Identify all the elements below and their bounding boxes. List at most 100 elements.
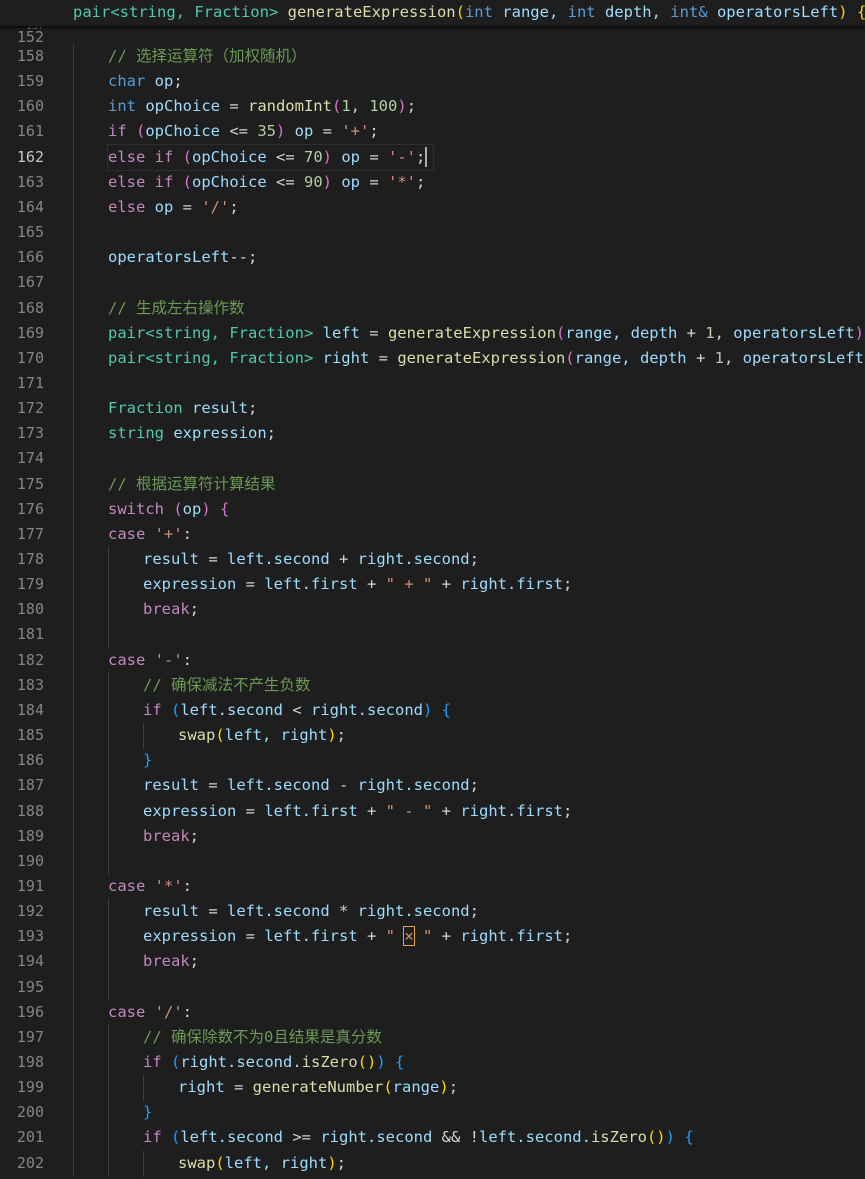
code-line[interactable]: 158// 选择运算符（加权随机） (0, 44, 865, 70)
code-text[interactable]: expression = left.first + " - " + right.… (143, 799, 578, 824)
code-line[interactable]: 179 expression = left.first + " + " + rig… (0, 572, 865, 599)
indent-guide (73, 999, 74, 1026)
code-text[interactable]: Fraction result; (108, 396, 263, 421)
code-text[interactable]: pair<string, Fraction> generateExpressio… (73, 0, 865, 25)
code-line[interactable]: 183 // 确保减法不产生负数 (0, 672, 865, 699)
code-text[interactable]: } (143, 1100, 158, 1125)
code-text[interactable]: if (opChoice <= 35) op = '+'; (108, 119, 385, 144)
code-line[interactable]: 201 if (left.second >= right.second && !l… (0, 1125, 865, 1152)
code-line[interactable]: 187 result = left.second - right.second; (0, 773, 865, 800)
code-editor[interactable]: 152 pair<string, Fraction> generateExpre… (0, 0, 865, 1179)
code-token: ( (565, 348, 575, 367)
code-line[interactable]: 181 (0, 622, 865, 649)
code-text[interactable]: operatorsLeft--; (108, 245, 263, 270)
code-line[interactable]: 171 (0, 370, 865, 397)
code-text[interactable]: pair<string, Fraction> left = generateEx… (108, 321, 865, 346)
code-text[interactable] (143, 622, 149, 647)
code-line[interactable]: 177 case '+': (0, 521, 865, 548)
code-text[interactable]: expression = left.first + " × " + right.… (143, 924, 578, 949)
code-line[interactable]: 164 else op = '/'; (0, 194, 865, 221)
code-text[interactable]: case '*': (108, 874, 198, 899)
code-line[interactable]: 185 swap(left, right); (0, 723, 865, 750)
code-line[interactable]: 188 expression = left.first + " - " + rig… (0, 798, 865, 825)
code-text[interactable]: char op; (108, 69, 189, 94)
code-line[interactable]: 166 operatorsLeft--; (0, 245, 865, 272)
code-text[interactable] (108, 220, 114, 245)
code-line[interactable]: 198 if (right.second.isZero()) { (0, 1050, 865, 1076)
code-text[interactable]: int opChoice = randomInt(1, 100); (108, 94, 422, 119)
code-line[interactable]: 199 right = generateNumber(range); (0, 1075, 865, 1102)
code-text[interactable]: // 生成左右操作数 (108, 296, 251, 321)
code-line[interactable]: 178 result = left.second + right.second; (0, 547, 865, 573)
code-text[interactable] (143, 849, 149, 874)
indent-guide (108, 798, 109, 825)
code-text[interactable]: else if (opChoice <= 90) op = '*'; (108, 170, 431, 195)
code-line[interactable]: 160 int opChoice = randomInt(1, 100); (0, 94, 865, 121)
code-line[interactable]: 180 break; (0, 597, 865, 624)
code-line[interactable]: 184 if (left.second < right.second) { (0, 697, 865, 724)
code-line[interactable]: 189 break; (0, 823, 865, 850)
sticky-scroll-header[interactable]: 152 pair<string, Fraction> generateExpre… (0, 0, 865, 46)
code-text[interactable] (108, 371, 114, 396)
code-text[interactable]: result = left.second + right.second; (143, 547, 485, 572)
code-line[interactable]: 176 switch (op) { (0, 496, 865, 523)
code-text[interactable] (108, 446, 114, 471)
code-line[interactable]: 159 char op; (0, 69, 865, 96)
code-line[interactable]: 190 (0, 848, 865, 875)
code-line[interactable]: 186} (0, 748, 865, 775)
code-token: left, right (224, 1153, 328, 1172)
code-line[interactable]: 163 else if (opChoice <= 90) op = '*'; (0, 169, 865, 196)
code-line[interactable]: 165 (0, 220, 865, 247)
code-text[interactable]: break; (143, 824, 205, 849)
code-line[interactable]: 192 result = left.second * right.second; (0, 899, 865, 926)
code-line[interactable]: 161 if (opChoice <= 35) op = '+'; (0, 119, 865, 146)
code-text[interactable]: swap(left, right); (178, 1151, 352, 1176)
code-line[interactable]: 195 (0, 974, 865, 1001)
code-text[interactable]: pair<string, Fraction> right = generateE… (108, 346, 865, 371)
code-text[interactable]: if (left.second < right.second) { (143, 698, 457, 723)
code-text[interactable]: break; (143, 597, 205, 622)
code-text[interactable] (143, 975, 149, 1000)
code-text[interactable]: right = generateNumber(range); (178, 1075, 464, 1100)
code-text[interactable]: // 选择运算符（加权随机） (108, 44, 313, 69)
code-text[interactable]: else op = '/'; (108, 195, 245, 220)
code-text[interactable]: } (143, 748, 158, 773)
code-text[interactable]: if (right.second.isZero()) { (143, 1050, 410, 1075)
code-text[interactable]: else if (opChoice <= 70) op = '-'; (106, 143, 435, 171)
code-text[interactable]: // 根据运算符计算结果 (108, 472, 282, 497)
code-line[interactable]: 194 break; (0, 949, 865, 976)
code-line[interactable]: 169 pair<string, Fraction> left = generat… (0, 320, 865, 347)
code-line[interactable]: 175 // 根据运算符计算结果 (0, 471, 865, 498)
code-text[interactable]: break; (143, 949, 205, 974)
code-line[interactable]: 170 pair<string, Fraction> right = genera… (0, 345, 865, 372)
code-text[interactable]: if (left.second >= right.second && !left… (143, 1125, 700, 1150)
code-line[interactable]: 162 else if (opChoice <= 70) op = '-'; (0, 143, 865, 171)
code-line[interactable]: 202 swap(left, right); (0, 1150, 865, 1177)
sticky-header-line[interactable]: 152 pair<string, Fraction> generateExpre… (0, 0, 865, 46)
code-text[interactable] (108, 270, 114, 295)
code-text[interactable]: string expression; (108, 421, 282, 446)
code-line[interactable]: 174 (0, 446, 865, 473)
code-line[interactable]: 196 case '/': (0, 999, 865, 1026)
code-text[interactable]: // 确保减法不产生负数 (143, 673, 317, 698)
code-line[interactable]: 172 Fraction result; (0, 396, 865, 423)
code-line[interactable]: 167 (0, 270, 865, 297)
code-line[interactable]: 197 // 确保除数不为0且结果是真分数 (0, 1024, 865, 1051)
code-line[interactable]: 200} (0, 1100, 865, 1127)
code-line[interactable]: 193 expression = left.first + " × " + rig… (0, 924, 865, 951)
code-line[interactable]: 191 case '*': (0, 873, 865, 900)
code-line[interactable]: 168 // 生成左右操作数 (0, 295, 865, 322)
code-text[interactable]: expression = left.first + " + " + right.… (143, 572, 578, 597)
code-line[interactable]: 182 case '-': (0, 647, 865, 674)
code-text[interactable]: case '/': (108, 1000, 198, 1025)
code-text[interactable]: case '+': (108, 522, 198, 547)
code-line[interactable]: 173 string expression; (0, 421, 865, 448)
code-text[interactable]: case '-': (108, 648, 198, 673)
code-text[interactable]: result = left.second - right.second; (143, 773, 485, 798)
code-text[interactable]: switch (op) { (108, 497, 235, 522)
code-text[interactable]: swap(left, right); (178, 723, 352, 748)
line-number: 187 (16, 776, 44, 795)
code-text[interactable]: result = left.second * right.second; (143, 899, 485, 924)
code-token: op (154, 72, 174, 91)
code-text[interactable]: // 确保除数不为0且结果是真分数 (143, 1025, 388, 1050)
